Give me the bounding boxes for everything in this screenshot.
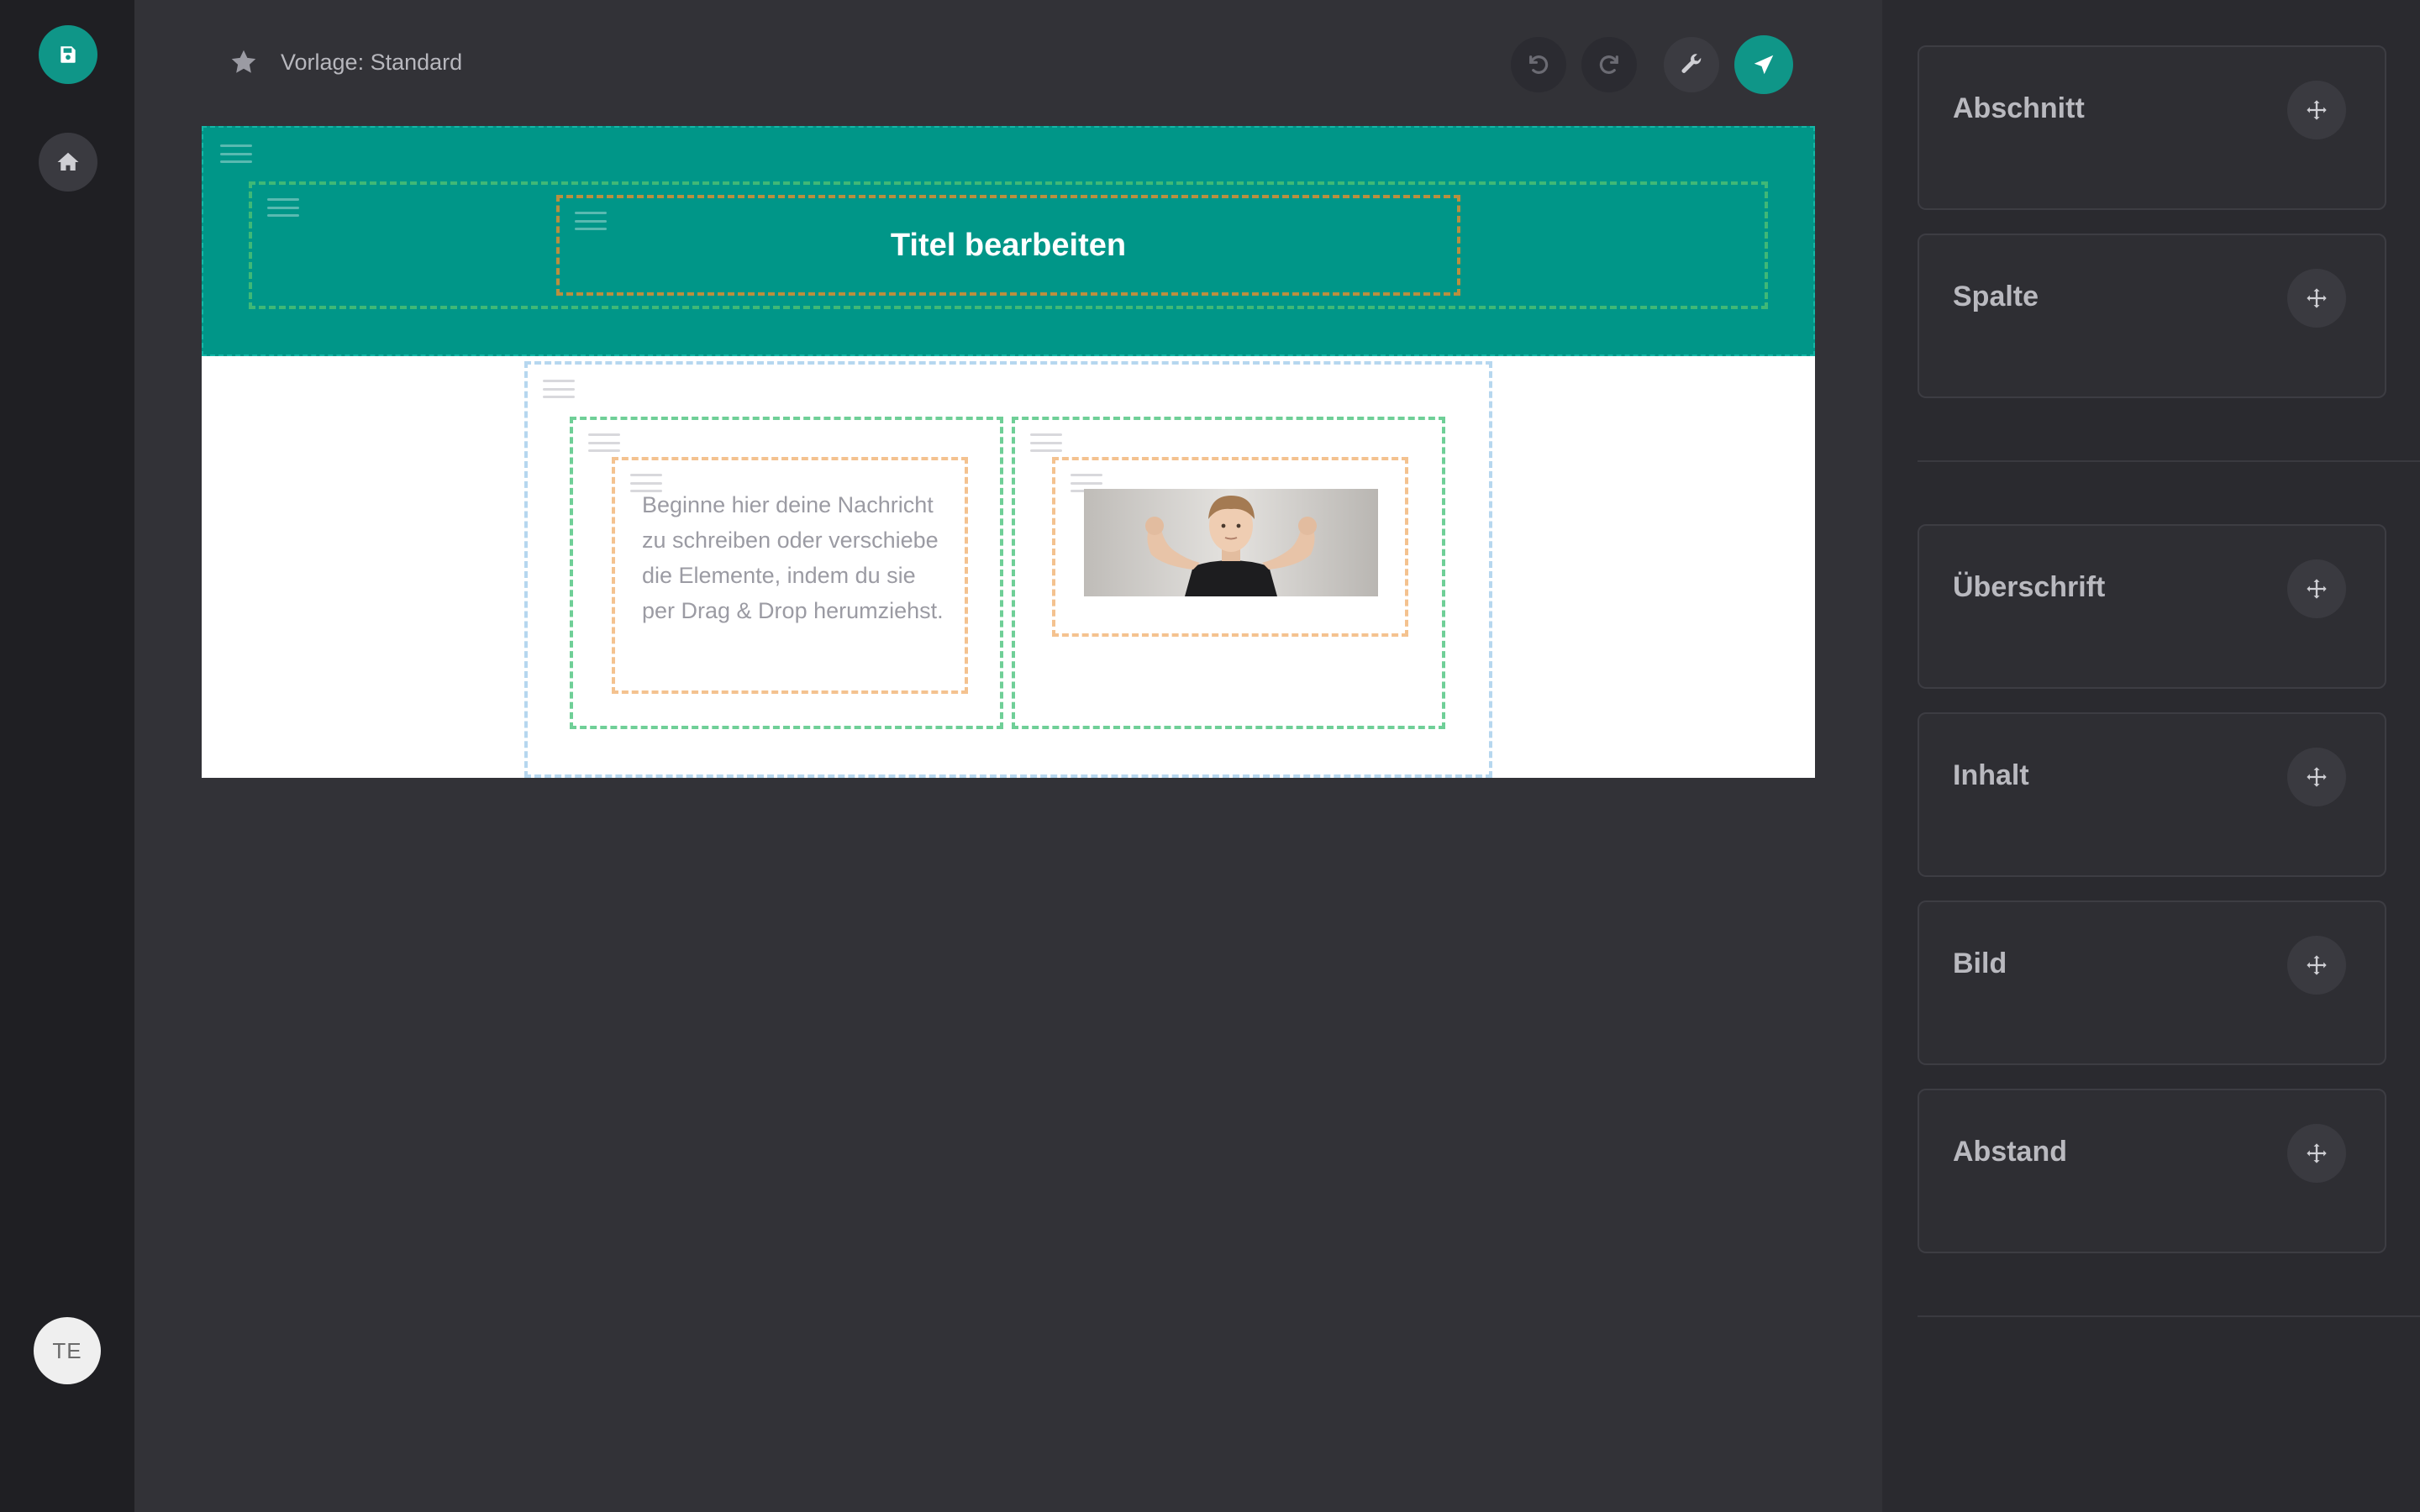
- block-spalte[interactable]: Spalte: [1918, 234, 2386, 398]
- column-drag-handle[interactable]: [588, 433, 620, 452]
- left-rail: TE: [0, 0, 134, 1512]
- send-icon: [1754, 55, 1774, 75]
- template-indicator: Vorlage: Standard: [229, 44, 462, 81]
- star-icon[interactable]: [229, 47, 259, 77]
- panel-divider: [1918, 460, 2420, 462]
- block-ueberschrift[interactable]: Überschrift: [1918, 524, 2386, 689]
- block-abschnitt[interactable]: Abschnitt: [1918, 45, 2386, 210]
- home-button[interactable]: [39, 133, 97, 192]
- image-column[interactable]: [1012, 417, 1445, 729]
- block-inhalt[interactable]: Inhalt: [1918, 712, 2386, 877]
- drag-button[interactable]: [2287, 936, 2346, 995]
- drag-button[interactable]: [2287, 269, 2346, 328]
- undo-icon: [1529, 55, 1549, 74]
- drag-button[interactable]: [2287, 748, 2346, 806]
- block-label: Bild: [1953, 948, 2007, 979]
- elements-panel: Abschnitt Spalte Überschrift Inhalt Bild…: [1882, 0, 2420, 1512]
- save-button[interactable]: [39, 25, 97, 84]
- block-bild[interactable]: Bild: [1918, 900, 2386, 1065]
- wrench-icon: [1681, 54, 1702, 73]
- boy-flexing-photo[interactable]: [1084, 489, 1378, 596]
- column-drag-handle[interactable]: [1030, 433, 1062, 452]
- undo-button[interactable]: [1511, 37, 1566, 92]
- content-section[interactable]: Beginne hier deine Nachricht zu schreibe…: [524, 361, 1492, 778]
- text-column[interactable]: Beginne hier deine Nachricht zu schreibe…: [570, 417, 1003, 729]
- settings-button[interactable]: [1664, 37, 1719, 92]
- heading-element[interactable]: Titel bearbeiten: [556, 195, 1460, 296]
- save-icon: [60, 46, 76, 63]
- block-label: Abstand: [1953, 1136, 2067, 1168]
- section-drag-handle[interactable]: [220, 144, 252, 163]
- move-icon: [2307, 100, 2327, 120]
- panel-divider: [1918, 1315, 2420, 1317]
- block-label: Überschrift: [1953, 571, 2106, 603]
- move-icon: [2307, 1143, 2327, 1163]
- user-avatar[interactable]: TE: [34, 1317, 101, 1384]
- header-column[interactable]: Titel bearbeiten: [249, 181, 1768, 309]
- move-icon: [2307, 288, 2327, 308]
- block-label: Spalte: [1953, 281, 2039, 312]
- column-drag-handle[interactable]: [267, 198, 299, 217]
- section-drag-handle[interactable]: [543, 380, 575, 398]
- move-icon: [2307, 767, 2327, 787]
- body-text[interactable]: Beginne hier deine Nachricht zu schreibe…: [642, 487, 944, 628]
- drag-button[interactable]: [2287, 81, 2346, 139]
- block-label: Abschnitt: [1953, 92, 2085, 124]
- drag-button[interactable]: [2287, 559, 2346, 618]
- block-label: Inhalt: [1953, 759, 2029, 791]
- drag-button[interactable]: [2287, 1124, 2346, 1183]
- move-icon: [2307, 579, 2327, 599]
- move-icon: [2307, 955, 2327, 975]
- block-abstand[interactable]: Abstand: [1918, 1089, 2386, 1253]
- header-section[interactable]: Titel bearbeiten: [202, 126, 1815, 356]
- home-icon: [57, 152, 79, 171]
- redo-button[interactable]: [1581, 37, 1637, 92]
- email-canvas: Titel bearbeiten Beginne hier deine Nach…: [202, 126, 1815, 778]
- text-element[interactable]: Beginne hier deine Nachricht zu schreibe…: [612, 457, 968, 694]
- header-title[interactable]: Titel bearbeiten: [560, 198, 1457, 292]
- image-element[interactable]: [1052, 457, 1408, 637]
- send-button[interactable]: [1734, 35, 1793, 94]
- redo-icon: [1599, 55, 1618, 74]
- template-label: Vorlage: Standard: [281, 49, 463, 75]
